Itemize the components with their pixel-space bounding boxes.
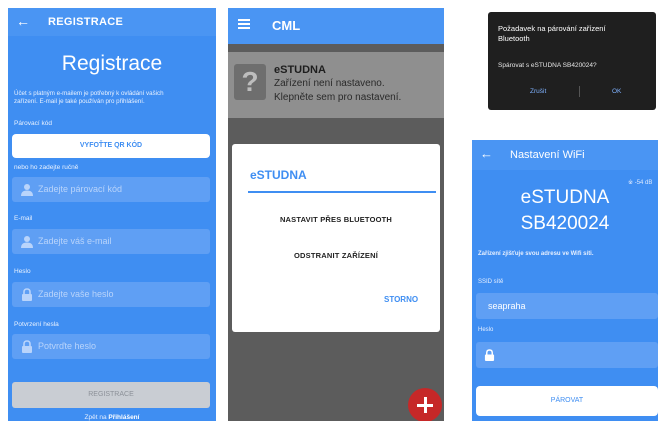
button-divider [579,86,580,97]
ok-button[interactable]: OK [612,88,621,95]
email-label: E-mail [14,215,33,222]
cancel-button[interactable]: Zrušit [530,88,546,95]
password-placeholder: Zadejte vaše heslo [38,289,114,299]
hamburger-menu-icon[interactable] [238,19,250,29]
signal-strength: ※ -54 dB [628,179,652,186]
app-bar-title: Nastavení WiFi [510,149,585,161]
user-icon [21,236,33,248]
question-mark-icon: ? [234,64,266,100]
password-field[interactable]: Zadejte vaše heslo [12,282,210,307]
dialog-title: eSTUDNA [250,168,307,182]
dialog-title: Požadavek na párování zařízení Bluetooth [498,24,648,44]
user-icon [21,184,33,196]
back-to-login: Zpět na Přihlášení [8,414,216,421]
password-confirm-field[interactable]: Potvrďte heslo [12,334,210,359]
device-status-line-1: Zařízení není nastaveno. [274,78,385,89]
password-label: Heslo [478,327,494,333]
remove-device-option[interactable]: ODSTRANIT ZAŘÍZENÍ [232,251,440,260]
arrow-left-icon[interactable]: ← [16,13,30,29]
app-bar-title: REGISTRACE [48,16,124,28]
info-text-line-1: Účet s platným e-mailem je potřebný k ov… [14,90,164,97]
login-link[interactable]: Přihlášení [108,414,139,421]
bluetooth-icon: ※ [628,180,634,186]
register-button[interactable]: REGISTRACE [12,382,210,408]
plus-icon [423,397,427,413]
pair-button[interactable]: PÁROVAT [476,386,658,416]
device-name-line-2: SB420024 [520,213,610,234]
device-name-line-1: eSTUDNA [520,187,610,208]
ssid-value: seapraha [488,301,526,311]
app-bar [228,8,444,44]
lock-icon [22,288,32,301]
dialog-title-line-2: Bluetooth [498,34,530,43]
password-confirm-placeholder: Potvrďte heslo [38,341,97,351]
registration-screen: ← REGISTRACE Registrace Účet s platným e… [8,8,216,421]
email-placeholder: Zadejte váš e-mail [38,236,112,246]
dialog-title-divider [248,191,436,193]
info-text: Účet s platným e-mailem je potřebný k ov… [14,90,214,106]
status-text: Zařízení zjišťuje svou adresu ve Wifi sí… [478,251,594,257]
setup-bluetooth-option[interactable]: NASTAVIT PŘES BLUETOOTH [232,215,440,224]
app-bar-title: CML [272,18,301,33]
add-device-button[interactable] [408,388,442,421]
dialog-message: Spárovat s eSTUDNA SB420024? [498,62,597,69]
footer-text: Zpět na [84,414,107,421]
scan-qr-button[interactable]: VYFOŤTE QR KÓD [12,134,210,158]
ssid-field[interactable]: seapraha [476,293,658,319]
password-confirm-label: Potvrzení hesla [14,321,59,328]
wifi-settings-screen: ← Nastavení WiFi ※ -54 dB eSTUDNA SB4200… [472,140,658,421]
arrow-left-icon[interactable]: ← [480,146,493,161]
signal-value: -54 dB [634,180,653,186]
device-status-line-2: Klepněte sem pro nastavení. [274,92,402,103]
cml-screen: CML ? eSTUDNA Zařízení není nastaveno. K… [228,8,444,421]
ssid-label: SSID sítě [478,279,504,285]
pairing-code-label: Párovací kód [14,120,52,127]
info-text-line-2: zařízení. E-mail je také používán pro př… [14,98,145,105]
cancel-button[interactable]: STORNO [384,295,418,304]
pairing-code-placeholder: Zadejte párovací kód [38,184,123,194]
email-field[interactable]: Zadejte váš e-mail [12,229,210,254]
device-name: eSTUDNA [274,64,326,76]
page-title: Registrace [61,52,163,75]
manual-entry-label: nebo ho zadejte ručně [14,164,79,171]
bluetooth-pairing-dialog: Požadavek na párování zařízení Bluetooth… [488,12,656,110]
dialog-title-line-1: Požadavek na párování zařízení [498,24,606,33]
lock-icon [484,349,495,361]
pairing-code-field[interactable]: Zadejte párovací kód [12,177,210,202]
wifi-password-field[interactable] [476,342,658,368]
password-label: Heslo [14,268,31,275]
lock-icon [22,340,32,353]
